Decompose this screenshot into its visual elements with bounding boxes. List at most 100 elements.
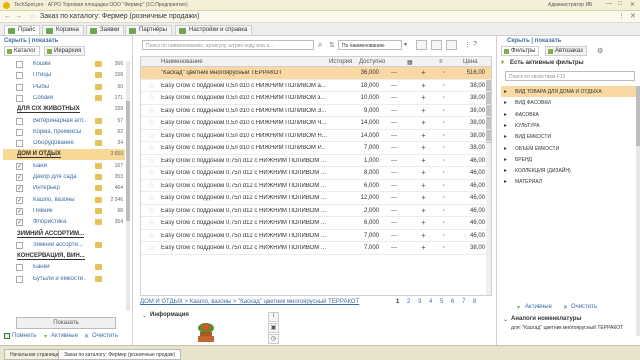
left-panel-toggle[interactable]: Скрыть | показать [4,38,58,44]
catalog-item[interactable]: ✓ Флористика 354 [3,217,125,228]
plus-button[interactable]: + [421,218,426,227]
remember-link[interactable]: Помнить [12,333,36,339]
filter-property[interactable]: ▸ ВИД ТОВАРА ДЛЯ ДОМА И ОТДЫХА [501,86,637,97]
list-view-icon[interactable] [416,40,427,50]
clear-link[interactable]: Очистить [92,333,118,339]
card-view-icon[interactable] [446,40,457,50]
minimize-icon[interactable]: — [606,1,612,7]
filter-property[interactable]: ▸ ВИД ФАСОВКИ [501,97,637,108]
catalog-checkbox[interactable] [16,275,23,283]
table-row[interactable]: ☆ Easy Grow с поддоном 0,5л d10 с НИЖНИМ … [141,130,491,142]
table-row[interactable]: ☆ Easy Grow с поддоном 0,75л d12 с НИЖНИМ… [141,167,491,180]
table-row[interactable]: ☆ Easy Grow с поддоном 0,75л d12 с НИЖНИМ… [141,192,491,205]
plus-button[interactable]: + [421,68,426,77]
tab-price[interactable]: Прайс [4,25,41,35]
filter-property[interactable]: ▸ ОБЪЕМ ЕМКОСТИ [501,143,637,154]
favorite-star-icon[interactable]: ☆ [148,181,155,190]
plus-button[interactable]: + [421,118,426,127]
sort-select[interactable]: По наименованию [338,40,402,50]
plus-button[interactable]: + [421,106,426,115]
close-form-icon[interactable]: ✕ [630,12,636,20]
filter-property[interactable]: ▸ КОЛЛЕКЦИЯ (ДИЗАЙН) [501,165,637,176]
minus-button[interactable]: — [391,220,397,226]
table-row[interactable]: ☆ Easy Grow с поддоном 0,5л d10 с НИЖНИМ … [141,117,491,130]
plus-button[interactable]: + [421,181,426,190]
maximize-icon[interactable]: □ [618,1,622,7]
minus-button[interactable]: — [391,145,397,151]
catalog-scrollbar[interactable] [126,61,130,311]
catalog-item[interactable]: Птицы 158 [3,70,125,81]
page-link[interactable]: 2 [407,299,410,305]
filter-active-link[interactable]: Активные [525,304,552,310]
filter-clear-link[interactable]: Очистить [571,304,597,310]
sort-icon[interactable]: ⇅ [329,41,335,49]
image-icon[interactable]: ▣ [268,323,279,333]
tab-filters[interactable]: Фильтры [501,46,540,56]
table-row[interactable]: ☆ Easy Grow с поддоном 0,75л d12 с НИЖНИМ… [141,242,491,255]
catalog-item[interactable]: ✓ Интерьер 464 [3,183,125,194]
col-name[interactable]: Наименование [161,59,203,65]
favorite-star-icon[interactable]: ☆ [148,218,155,227]
favorite-star-icon[interactable]: ☆ [148,168,155,177]
page-link[interactable]: 4 [429,299,432,305]
col-available[interactable]: Доступно [359,59,385,65]
minus-button[interactable]: — [391,245,397,251]
minus-button[interactable]: — [391,70,397,76]
page-link[interactable]: 8 [473,299,476,305]
collapse-icon[interactable]: ⌄ [142,312,147,319]
catalog-group[interactable]: ЗИМНИЙ АССОРТИМ... [3,229,125,240]
favorite-star-icon[interactable]: ☆ [148,93,155,102]
catalog-checkbox[interactable] [16,117,23,125]
forward-icon[interactable]: → [15,13,22,20]
minus-button[interactable]: — [391,95,397,101]
catalog-item[interactable]: ✓ Декор для сада 353 [3,172,125,183]
tab-partners[interactable]: Партнёры [125,25,172,35]
catalog-item[interactable]: Банки [3,262,125,273]
catalog-item[interactable]: Ветеринарная апт... 57 [3,116,125,127]
favorite-star-icon[interactable]: ☆ [148,156,155,165]
minus-button[interactable]: — [391,195,397,201]
catalog-checkbox[interactable]: ✓ [16,219,23,227]
minus-button[interactable]: — [391,208,397,214]
plus-button[interactable]: + [421,231,426,240]
tab-hierarchy[interactable]: Иерархия [44,46,86,56]
filter-property[interactable]: ▸ КУЛЬТУРА [501,120,637,131]
page-link[interactable]: 3 [418,299,421,305]
tab-autoorder[interactable]: Автозаказ [545,46,587,56]
catalog-group[interactable]: КОНСЕРВАЦИЯ, ВИН... [3,251,125,262]
catalog-item[interactable]: ✓ Бани 167 [3,161,125,172]
catalog-checkbox[interactable]: ✓ [16,174,23,181]
table-row[interactable]: ☆ Easy Grow с поддоном 0,75л d12 с НИЖНИМ… [141,180,491,192]
plus-button[interactable]: + [421,143,426,152]
catalog-item[interactable]: Собаки 171 [3,93,125,104]
plus-button[interactable]: + [421,243,426,252]
more-icon[interactable]: ⋮ [618,12,625,20]
catalog-checkbox[interactable] [16,83,23,91]
catalog-item[interactable]: Зимний ассорти... [3,240,125,251]
favorite-star-icon[interactable]: ☆ [148,68,155,77]
page-link[interactable]: 1 [396,299,399,305]
remember-checkbox[interactable] [4,333,10,339]
active-link[interactable]: Активные [51,333,78,339]
page-link[interactable]: 6 [451,299,454,305]
tab-catalog-order[interactable]: Заказ по каталогу: Фермер (розничные про… [58,349,181,360]
catalog-checkbox[interactable]: ✓ [16,162,23,170]
plus-button[interactable]: + [421,206,426,215]
minus-button[interactable]: — [391,108,397,114]
user-name[interactable]: Администратор ИБ [548,2,592,8]
plus-button[interactable]: + [421,131,426,140]
catalog-checkbox[interactable]: ✓ [16,185,23,193]
sort-dropdown-icon[interactable]: ▾ [404,41,407,48]
plus-button[interactable]: + [421,81,426,90]
table-row[interactable]: ☆ Easy Grow с поддоном 0,75л d12 с НИЖНИМ… [141,155,491,167]
catalog-group[interactable]: ДОМ И ОТДЫХ 3 659 [3,149,125,161]
minus-button[interactable]: — [391,170,397,176]
catalog-checkbox[interactable] [16,94,23,102]
catalog-item[interactable]: Кошки 366 [3,59,125,70]
favorite-star-icon[interactable]: ☆ [148,206,155,215]
catalog-item[interactable]: Бутыли и ёмкости ... [3,274,125,285]
search-icon[interactable]: ⌕ [318,40,322,50]
minus-button[interactable]: — [391,133,397,139]
catalog-item[interactable]: Оборудование 34 [3,138,125,149]
catalog-checkbox[interactable] [16,140,23,148]
